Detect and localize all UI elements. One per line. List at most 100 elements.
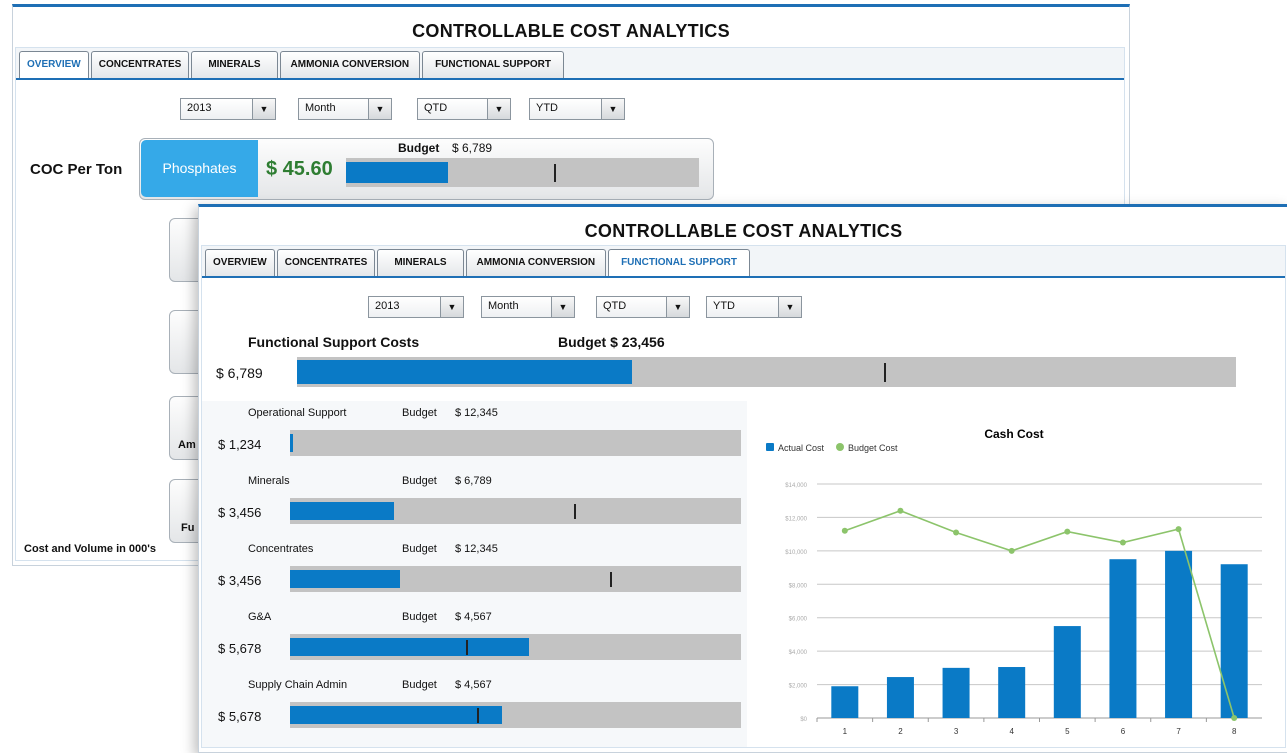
x-tick-label: 8 [1232,727,1237,736]
tab-overview[interactable]: OVERVIEW [205,249,275,276]
cost-item-value: $ 5,678 [218,641,262,656]
budget-cost-point [1175,526,1182,533]
phosphates-card: Phosphates $ 45.60 Budget $ 6,789 [139,138,714,200]
year-select-value: 2013 [375,300,400,312]
tab-concentrates[interactable]: CONCENTRATES [276,249,376,276]
period-select-value: Month [488,300,519,312]
cost-item-list: Operational Support Budget $ 12,345 $ 1,234… [202,401,747,747]
tab-functional-support[interactable]: FUNCTIONAL SUPPORT [422,51,565,78]
tab-ammonia-conversion[interactable]: AMMONIA CONVERSION [465,249,607,276]
summary-bullet-bar [297,357,1236,387]
actual-cost-bar [297,360,633,384]
cost-item-bullet-bar [290,498,741,524]
actual-cost-bar [886,677,914,718]
cash-cost-chart: Cash Cost Actual Cost Budget Cost $0 $2,000 $… [752,406,1282,746]
year-select[interactable]: 2013 ▼ [368,296,464,318]
card-label: Fu [181,522,195,534]
summary-budget: Budget $ 23,456 [558,334,665,350]
cost-item-value: $ 1,234 [218,437,262,452]
budget-cost-point [897,507,904,514]
qtd-select[interactable]: QTD ▼ [417,98,511,120]
cost-item-budget-label: Budget [402,475,437,487]
tab-overview[interactable]: OVERVIEW [19,51,89,78]
card-label: Am [178,439,196,451]
x-tick-label: 6 [1121,727,1126,736]
period-select[interactable]: Month ▼ [298,98,392,120]
actual-cost-bar [1220,564,1248,718]
chevron-down-icon: ▼ [440,297,463,317]
cost-item-name: Supply Chain Admin [248,679,348,691]
cost-item-bullet-bar [290,702,741,728]
budget-marker [883,363,886,382]
actual-cost-bar [1109,559,1137,718]
tab-ammonia-conversion[interactable]: AMMONIA CONVERSION [279,51,421,78]
x-tick-label: 7 [1176,727,1181,736]
ytd-select[interactable]: YTD ▼ [706,296,802,318]
footer-note: Cost and Volume in 000's [24,543,156,555]
tab-functional-support[interactable]: FUNCTIONAL SUPPORT [608,249,751,276]
chevron-down-icon: ▼ [778,297,801,317]
year-select-value: 2013 [187,102,212,114]
y-tick-label: $10,000 [785,550,807,556]
front-content-panel: OVERVIEW CONCENTRATES MINERALS AMMONIA C… [201,245,1286,748]
functional-support-costs-label: Functional Support Costs [248,334,420,350]
period-select[interactable]: Month ▼ [481,296,575,318]
page-title: CONTROLLABLE COST ANALYTICS [584,221,903,241]
cost-item-value: $ 3,456 [218,505,262,520]
budget-marker [465,640,468,655]
legend-swatch-budget-cost [836,443,844,451]
cost-item-name: Concentrates [248,543,314,555]
ytd-select[interactable]: YTD ▼ [529,98,625,120]
legend-label: Actual Cost [778,443,825,453]
actual-cost-bar [290,434,294,452]
x-tick-label: 3 [954,727,959,736]
legend-label: Budget Cost [848,443,898,453]
front-dashboard-window: CONTROLLABLE COST ANALYTICS OVERVIEW CON… [198,204,1287,753]
tab-minerals[interactable]: MINERALS [191,51,278,78]
budget-marker [574,504,577,519]
budget-label: Budget [398,141,440,155]
cost-item-bullet-bar [290,430,741,456]
chevron-down-icon: ▼ [551,297,574,317]
chevron-down-icon: ▼ [487,99,510,119]
tab-minerals[interactable]: MINERALS [377,249,464,276]
cost-item-budget-value: $ 4,567 [455,679,492,691]
actual-cost-bar [998,667,1026,718]
cost-item-name: Operational Support [248,407,347,419]
budget-cost-point [953,529,960,536]
actual-cost-bar [290,638,530,656]
y-tick-label: $4,000 [789,650,808,656]
back-tab-bar: OVERVIEW CONCENTRATES MINERALS AMMONIA C… [16,48,1124,80]
budget-cost-point [1231,715,1238,721]
qtd-select-value: QTD [424,102,448,114]
y-tick-label: $8,000 [789,583,808,589]
actual-cost-bar [1165,550,1193,718]
cost-item-budget-label: Budget [402,611,437,623]
coc-per-ton-label: COC Per Ton [30,161,123,178]
actual-cost-bar [290,502,394,520]
phosphates-button[interactable]: Phosphates [141,140,258,197]
chart-title: Cash Cost [984,427,1043,441]
actual-cost-bar [831,686,859,718]
actual-cost-bar [346,162,449,183]
tab-concentrates[interactable]: CONCENTRATES [90,51,190,78]
period-select-value: Month [305,102,336,114]
summary-value: $ 6,789 [216,365,263,381]
y-tick-label: $0 [800,717,807,723]
x-tick-label: 5 [1065,727,1070,736]
page-title: CONTROLLABLE COST ANALYTICS [412,21,730,41]
qtd-select-value: QTD [603,300,627,312]
year-select[interactable]: 2013 ▼ [180,98,276,120]
qtd-select[interactable]: QTD ▼ [596,296,690,318]
x-tick-label: 2 [898,727,903,736]
budget-marker [610,572,613,587]
cost-item-budget-value: $ 6,789 [455,475,492,487]
phosphates-value: $ 45.60 [266,158,333,180]
front-tab-bar: OVERVIEW CONCENTRATES MINERALS AMMONIA C… [202,246,1285,278]
chevron-down-icon: ▼ [601,99,624,119]
y-tick-label: $12,000 [785,516,807,522]
budget-cost-point [1008,547,1015,554]
budget-marker [554,164,557,182]
cost-item-budget-value: $ 12,345 [455,543,498,555]
chevron-down-icon: ▼ [666,297,689,317]
